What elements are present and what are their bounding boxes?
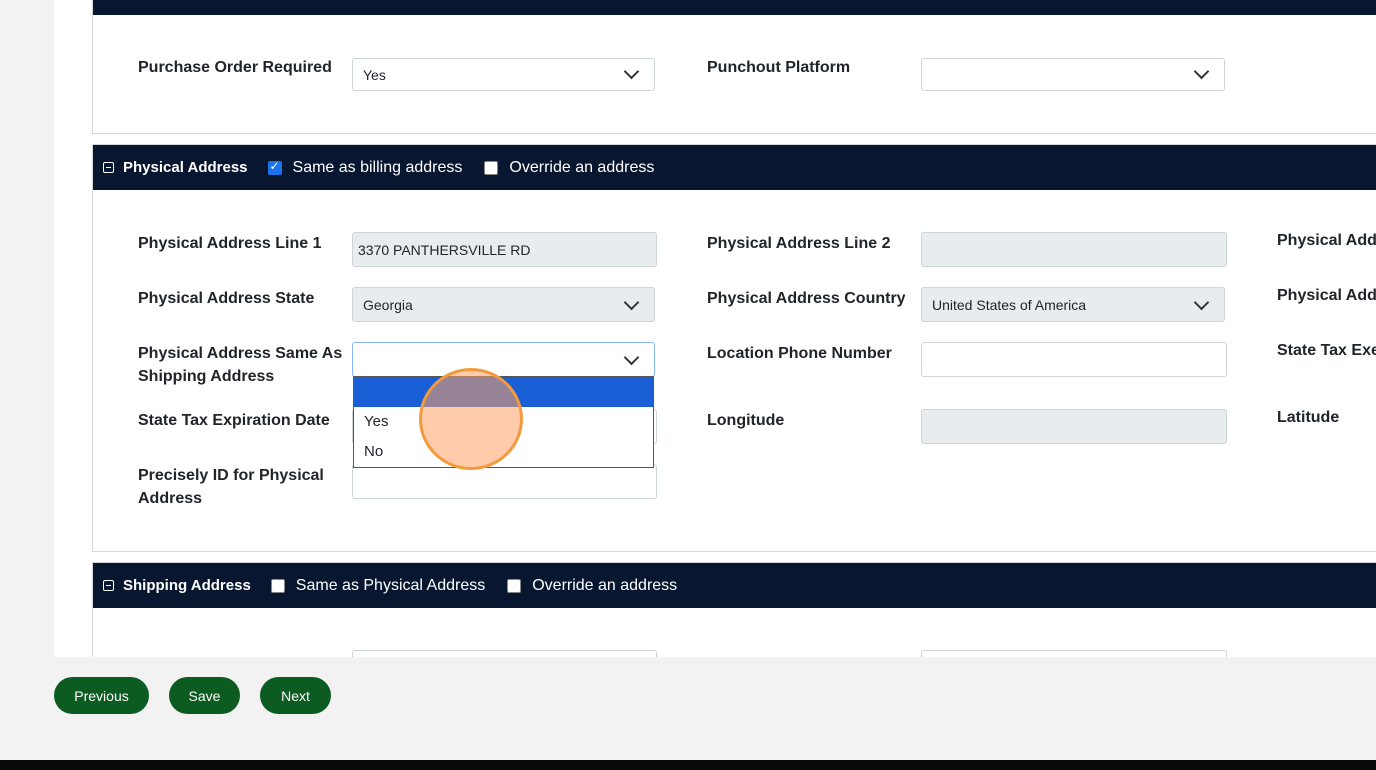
precisely-id-input[interactable] <box>352 464 657 499</box>
longitude-label: Longitude <box>707 412 785 429</box>
chevron-down-icon <box>623 63 640 80</box>
shipping-line2-input[interactable] <box>921 650 1227 657</box>
punchout-select[interactable] <box>921 58 1225 91</box>
precisely-id-label: Precisely ID for Physical Address <box>138 467 324 507</box>
state-select[interactable]: Georgia <box>352 287 655 322</box>
line2-input[interactable] <box>921 232 1227 267</box>
state-tax-exempt-label: State Tax Exer <box>1277 342 1376 359</box>
form-content: Purchase Order Required Yes Punchout Pla… <box>54 0 1376 657</box>
chevron-down-icon <box>623 294 640 311</box>
longitude-input[interactable] <box>921 409 1227 444</box>
same-billing-checkbox[interactable] <box>267 159 282 175</box>
punchout-label: Punchout Platform <box>707 59 851 76</box>
state-label: Physical Address State <box>138 290 315 307</box>
same-physical-label: Same as Physical Address <box>295 576 486 594</box>
section-title: Shipping Address <box>123 577 251 594</box>
po-required-select[interactable]: Yes <box>352 58 655 91</box>
save-button[interactable]: Save <box>169 677 240 714</box>
line1-label: Physical Address Line 1 <box>138 235 322 252</box>
override-address-checkbox[interactable] <box>507 578 522 593</box>
line1-input[interactable]: 3370 PANTHERSVILLE RD <box>352 232 657 267</box>
same-billing-label: Same as billing address <box>292 158 463 176</box>
collapse-icon[interactable] <box>103 162 114 173</box>
shipping-line1-input[interactable] <box>352 650 657 657</box>
bottom-bar <box>0 760 1376 770</box>
col3-row2-label: Physical Addr <box>1277 287 1376 304</box>
previous-button[interactable]: Previous <box>54 677 149 714</box>
section-title: Physical Address <box>123 159 248 176</box>
same-physical-checkbox[interactable] <box>270 578 285 593</box>
shipping-address-section: Shipping Address Same as Physical Addres… <box>92 562 1376 657</box>
shipping-address-header: Shipping Address Same as Physical Addres… <box>93 563 1376 608</box>
tax-expiration-label: State Tax Expiration Date <box>138 412 330 429</box>
physical-address-header: Physical Address Same as billing address… <box>93 145 1376 190</box>
override-address-label: Override an address <box>532 576 678 594</box>
state-value: Georgia <box>363 296 413 313</box>
physical-address-section: Physical Address Same as billing address… <box>92 144 1376 552</box>
location-phone-label: Location Phone Number <box>707 345 892 362</box>
chevron-down-icon <box>1193 294 1210 311</box>
purchase-section: Purchase Order Required Yes Punchout Pla… <box>92 0 1376 134</box>
chevron-down-icon <box>1193 63 1210 80</box>
line3-label: Physical Addr <box>1277 232 1376 249</box>
latitude-label: Latitude <box>1277 409 1340 426</box>
section-header-bar <box>93 0 1376 15</box>
line2-label: Physical Address Line 2 <box>707 235 891 252</box>
override-address-checkbox[interactable] <box>484 160 499 175</box>
next-button[interactable]: Next <box>260 677 331 714</box>
country-label: Physical Address Country <box>707 290 906 307</box>
same-shipping-select[interactable] <box>352 342 655 377</box>
same-shipping-label: Physical Address Same As Shipping Addres… <box>138 345 343 385</box>
override-address-label: Override an address <box>509 158 655 176</box>
location-phone-input[interactable] <box>921 342 1227 377</box>
click-indicator <box>419 368 523 470</box>
po-required-value: Yes <box>363 66 386 83</box>
collapse-icon[interactable] <box>103 580 114 591</box>
country-value: United States of America <box>932 296 1087 313</box>
po-required-label: Purchase Order Required <box>138 59 332 76</box>
chevron-down-icon <box>623 349 640 366</box>
line1-value: 3370 PANTHERSVILLE RD <box>358 241 531 258</box>
country-select[interactable]: United States of America <box>921 287 1225 322</box>
